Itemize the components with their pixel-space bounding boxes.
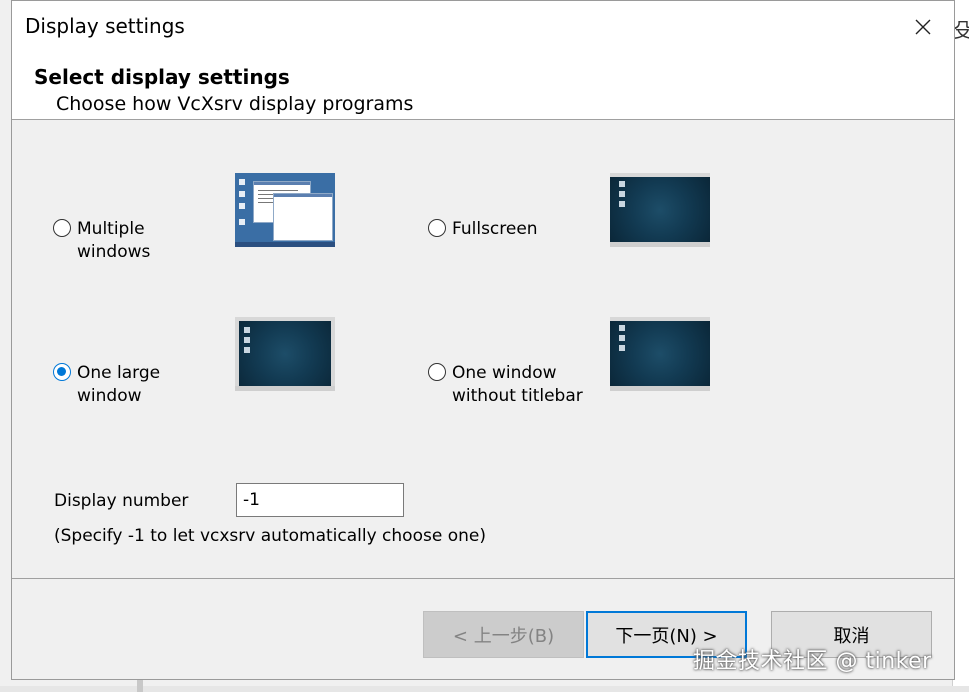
- back-button[interactable]: < 上一步(B): [423, 611, 584, 658]
- preview-one-window-without-titlebar: [610, 317, 710, 391]
- close-button[interactable]: [900, 9, 946, 45]
- option-multiple-windows[interactable]: Multiple windows: [53, 218, 217, 264]
- option-label-fullscreen: Fullscreen: [452, 219, 538, 239]
- option-fullscreen[interactable]: Fullscreen: [428, 218, 592, 241]
- button-separator: [12, 578, 954, 579]
- radio-multiple-windows[interactable]: [53, 219, 71, 237]
- page-title: Select display settings: [34, 65, 290, 89]
- wizard-header: Select display settings Choose how VcXsr…: [12, 53, 954, 120]
- preview-fullscreen: [610, 173, 710, 247]
- preview-one-large-window: [235, 317, 335, 391]
- radio-one-window-without-titlebar[interactable]: [428, 363, 446, 381]
- display-number-hint: (Specify -1 to let vcxsrv automatically …: [54, 526, 486, 546]
- page-subtitle: Choose how VcXsrv display programs: [56, 93, 414, 115]
- option-label-one-large-window: One large window: [77, 363, 161, 406]
- option-label-multiple-windows: Multiple windows: [77, 219, 151, 262]
- title-bar: Display settings: [12, 1, 954, 53]
- option-one-large-window[interactable]: One large window: [53, 362, 177, 408]
- background-window-text: 殳: [953, 18, 969, 42]
- radio-fullscreen[interactable]: [428, 219, 446, 237]
- close-icon: [915, 19, 931, 35]
- preview-window: [273, 193, 333, 241]
- window-title: Display settings: [25, 14, 185, 38]
- display-number-label: Display number: [54, 491, 189, 511]
- option-label-one-window-without-titlebar: One window without titlebar: [452, 363, 583, 406]
- radio-one-large-window[interactable]: [53, 363, 71, 381]
- option-one-window-without-titlebar[interactable]: One window without titlebar: [428, 362, 587, 408]
- watermark: 掘金技术社区 @ tinker: [693, 649, 932, 674]
- display-settings-dialog: Display settings Select display settings…: [11, 0, 955, 680]
- background-window-bottom: [0, 686, 969, 692]
- display-number-input[interactable]: [236, 483, 404, 517]
- preview-multiple-windows: [235, 173, 335, 247]
